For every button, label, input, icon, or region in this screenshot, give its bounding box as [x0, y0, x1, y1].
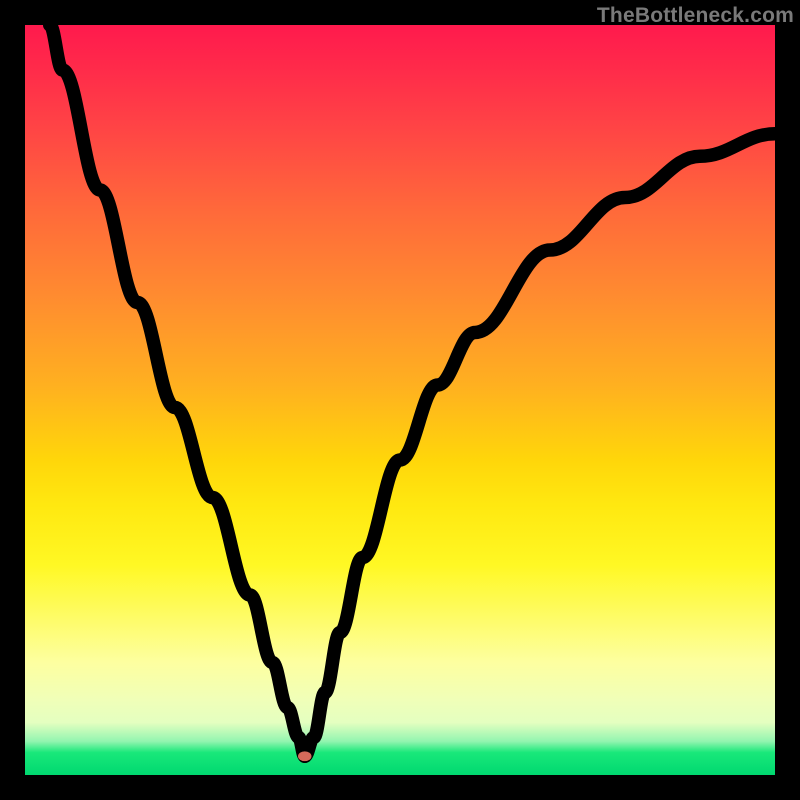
- minimum-marker: [298, 751, 312, 761]
- curve-right-branch: [305, 134, 775, 757]
- chart-plot-area: [25, 25, 775, 775]
- watermark-text: TheBottleneck.com: [597, 4, 794, 28]
- chart-svg: [25, 25, 775, 775]
- curve-left-branch: [50, 25, 305, 756]
